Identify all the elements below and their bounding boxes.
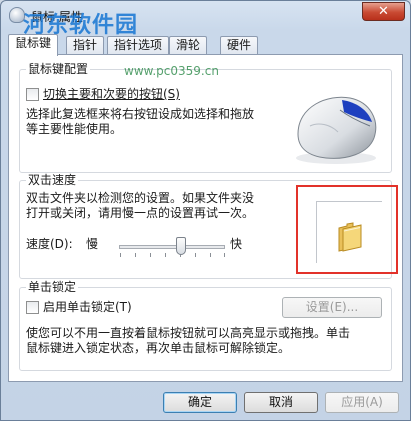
button-config-legend: 鼠标键配置: [26, 62, 91, 76]
click-lock-settings-button[interactable]: 设置(E)...: [282, 297, 382, 318]
tab-wheel[interactable]: 滑轮: [169, 36, 208, 55]
speed-label: 速度(D):: [26, 237, 73, 251]
slider-tick: [150, 253, 151, 257]
tab-pointers[interactable]: 指针: [66, 36, 105, 55]
tab-content-panel: 鼠标键配置 切换主要和次要的按钮(S) 选择此复选框来将右按钮设成如选择和拖放 …: [8, 54, 403, 382]
slow-label: 慢: [86, 237, 99, 251]
slider-tick: [224, 253, 225, 257]
fast-label: 快: [230, 237, 243, 251]
apply-button[interactable]: 应用(A): [325, 392, 399, 413]
slider-tick: [120, 253, 121, 257]
mouse-illustration: [296, 96, 377, 164]
click-lock-legend: 单击锁定: [26, 280, 79, 294]
title-bar[interactable]: 鼠标 属性 河东软件园 ✕: [1, 1, 410, 38]
tab-mouse-buttons[interactable]: 鼠标键: [8, 34, 59, 56]
click-lock-checkbox[interactable]: [26, 301, 39, 314]
click-lock-description-1: 使您可以不用一直按着鼠标按钮就可以高亮显示或拖拽。单击: [26, 326, 351, 340]
switch-buttons-label-text: 切换主要和次要的按钮(S): [43, 87, 180, 101]
close-icon: ✕: [378, 4, 389, 19]
cancel-button[interactable]: 取消: [244, 392, 318, 413]
double-click-description-1: 双击文件夹以检测您的设置。如果文件夹没: [26, 191, 255, 205]
tab-hardware[interactable]: 硬件: [220, 36, 259, 55]
switch-buttons-label[interactable]: 切换主要和次要的按钮(S): [43, 87, 180, 102]
mouse-properties-window: 鼠标 属性 河东软件园 ✕ 鼠标键 指针 指针选项 滑轮 硬件 鼠标键配置 切换…: [0, 0, 411, 421]
test-folder-box[interactable]: [316, 201, 382, 263]
click-lock-description-2: 鼠标键进入锁定状态，再次单击鼠标可解除锁定。: [26, 341, 291, 355]
double-click-description-2: 打开或关闭，请用慢一点的设置再试一次。: [26, 206, 255, 220]
tab-pointer-options[interactable]: 指针选项: [107, 36, 170, 55]
double-click-legend: 双击速度: [26, 173, 79, 187]
button-config-group: 鼠标键配置 切换主要和次要的按钮(S) 选择此复选框来将右按钮设成如选择和拖放 …: [19, 62, 392, 173]
test-folder-area[interactable]: [296, 185, 398, 274]
switch-buttons-description-1: 选择此复选框来将右按钮设成如选择和拖放: [26, 107, 255, 121]
click-lock-label[interactable]: 启用单击锁定(T): [43, 300, 132, 315]
switch-buttons-description-2: 等主要性能使用。: [26, 122, 123, 136]
slider-tick: [135, 253, 136, 257]
slider-tick: [210, 253, 211, 257]
speed-slider-thumb[interactable]: [176, 237, 186, 255]
click-lock-group: 单击锁定 启用单击锁定(T) 设置(E)... 使您可以不用一直按着鼠标按钮就可…: [19, 280, 392, 371]
folder-icon[interactable]: [337, 222, 363, 252]
slider-tick: [195, 253, 196, 257]
close-button[interactable]: ✕: [362, 2, 405, 21]
watermark-url: www.pc0359.cn: [124, 64, 219, 78]
double-click-speed-slider[interactable]: [119, 245, 225, 249]
ok-button[interactable]: 确定: [163, 392, 237, 413]
slider-tick: [165, 253, 166, 257]
switch-buttons-checkbox[interactable]: [26, 88, 39, 101]
